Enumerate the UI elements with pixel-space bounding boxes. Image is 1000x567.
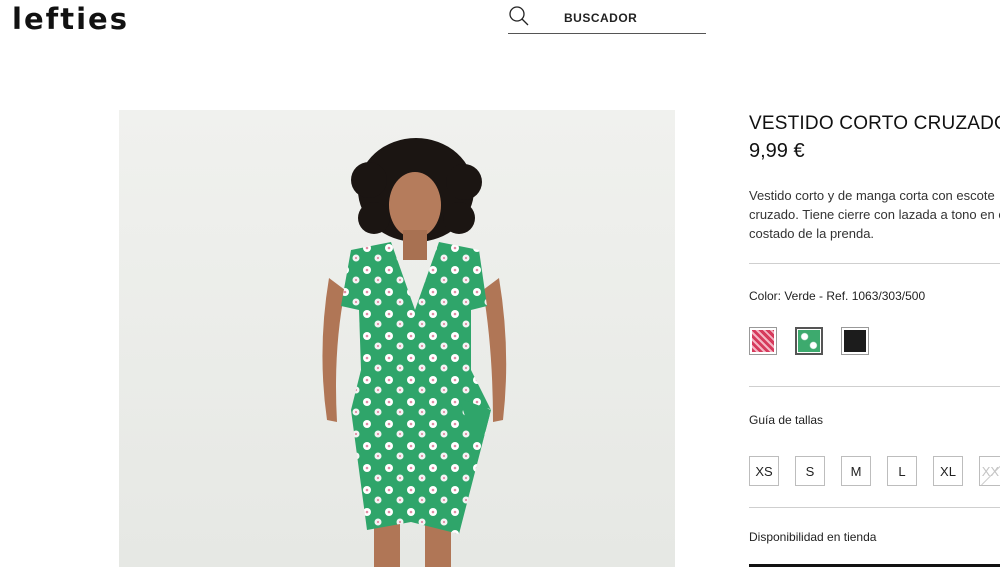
description-line: costado de la prenda. [749, 226, 875, 241]
swatch-fill [752, 330, 774, 352]
search-icon[interactable] [508, 5, 530, 27]
size-option-xxl[interactable]: XXL [979, 456, 1000, 486]
store-availability-link[interactable]: Disponibilidad en tienda [749, 530, 876, 544]
color-swatch-green[interactable] [795, 327, 823, 355]
color-swatch-pink[interactable] [749, 327, 777, 355]
size-guide-link[interactable]: Guía de tallas [749, 413, 823, 427]
divider [749, 386, 1000, 387]
product-image[interactable] [119, 110, 675, 567]
search-bar[interactable] [508, 5, 706, 34]
size-option-l[interactable]: L [887, 456, 917, 486]
size-option-xs[interactable]: XS [749, 456, 779, 486]
search-input[interactable] [564, 9, 704, 27]
swatch-fill [798, 330, 820, 352]
size-option-m[interactable]: M [841, 456, 871, 486]
swatch-fill [844, 330, 866, 352]
product-price: 9,99 € [749, 140, 805, 162]
size-option-xl[interactable]: XL [933, 456, 963, 486]
color-swatch-black[interactable] [841, 327, 869, 355]
description-line: Vestido corto y de manga corta con escot… [749, 188, 995, 203]
divider [749, 263, 1000, 264]
size-option-s[interactable]: S [795, 456, 825, 486]
product-description: Vestido corto y de manga corta con escot… [749, 186, 1000, 243]
color-reference: Color: Verde - Ref. 1063/303/500 [749, 289, 926, 303]
divider [749, 507, 1000, 508]
description-line: cruzado. Tiene cierre con lazada a tono … [749, 207, 1000, 222]
product-title: VESTIDO CORTO CRUZADO [749, 113, 1000, 134]
brand-logo[interactable]: lefties [12, 2, 129, 36]
